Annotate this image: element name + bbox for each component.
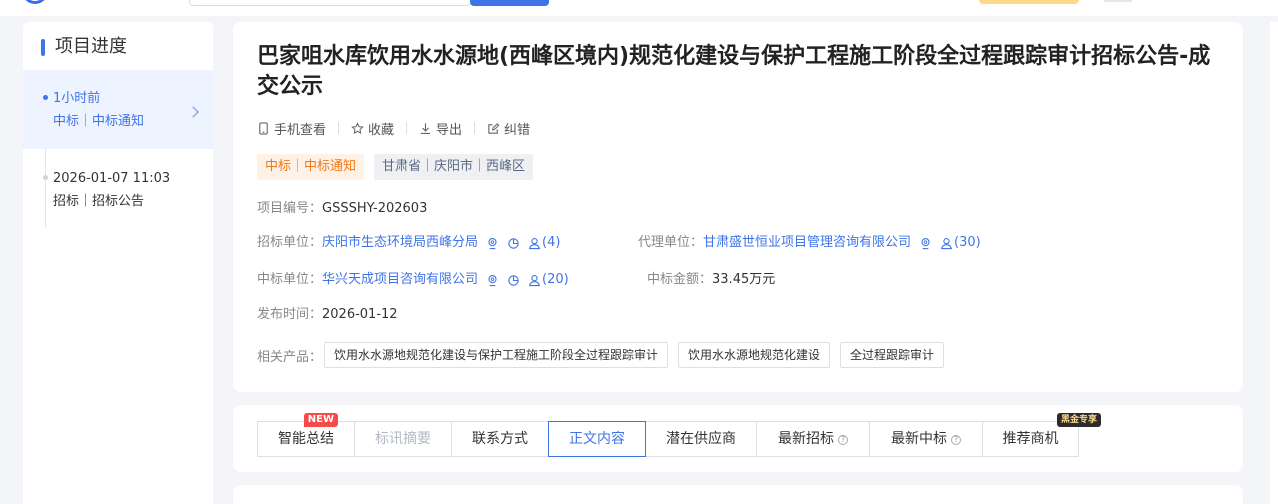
pie-chart-icon[interactable] [507,237,520,250]
amount-label: 中标金额： [647,272,713,287]
favorite-label: 收藏 [368,122,395,138]
project-progress-label: 项目进度 [55,36,127,57]
tab-label: 潜在供应商 [666,431,736,447]
correction-label: 纠错 [504,122,531,138]
timeline-type: 中标｜中标通知 [53,114,145,129]
contacts-icon[interactable] [940,237,953,250]
notice-tags: 中标｜中标通知 甘肃省｜庆阳市｜西峰区 [257,154,534,180]
timeline-dot [43,175,48,180]
timeline-time: 1小时前 [53,91,101,106]
site-logo[interactable] [22,0,48,4]
publish-time-label: 发布时间： [257,307,323,322]
top-header [0,0,1278,16]
contacts-icon[interactable] [528,237,541,250]
tab-label: 推荐商机 [1002,431,1059,447]
notice-actions: 手机查看 收藏 导出 纠错 [257,119,530,138]
vip-button[interactable] [979,0,1079,4]
edit-icon [488,122,500,134]
timeline-type: 招标｜招标公告 [53,194,145,209]
region-tag[interactable]: 甘肃省｜庆阳市｜西峰区 [374,154,534,180]
related-products: 相关产品： 饮用水水源地规范化建设与保护工程施工阶段全过程跟踪审计 饮用水水源地… [257,342,945,368]
detail-tabs: 智能总结 NEW 标讯摘要 联系方式 正文内容 潜在供应商 最新招标? 最新中标… [257,413,1101,457]
notice-type-tag[interactable]: 中标｜中标通知 [257,154,365,180]
pie-chart-icon[interactable] [507,274,520,287]
product-chip[interactable]: 全过程跟踪审计 [840,342,945,368]
tab-label: 最新中标 [891,431,947,447]
help-icon[interactable]: ? [838,435,848,445]
chevron-right-icon [187,106,199,118]
divider [338,122,340,134]
search-input[interactable] [189,0,471,6]
tab-main-content[interactable]: 正文内容 [548,421,646,457]
winner-row: 中标单位： 华兴天成项目咨询有限公司 (20) [257,271,569,289]
tenderer-contacts-count[interactable]: (4) [542,234,560,252]
mobile-view-label: 手机查看 [274,122,327,138]
timeline-item-tender[interactable]: 2026-01-07 11:03 招标｜招标公告 [23,149,213,228]
location-icon[interactable] [486,274,499,287]
vip-badge: 黑金专享 [1056,413,1101,427]
publish-time-row: 发布时间： 2026-01-12 [257,306,398,324]
agent-row: 代理单位： 甘肃盛世恒业项目管理咨询有限公司 (30) [638,234,981,252]
location-icon[interactable] [919,237,932,250]
project-number-row: 项目编号： GSSSHY-202603 [257,200,427,218]
winner-label: 中标单位： [257,272,323,287]
tab-potential-suppliers[interactable]: 潜在供应商 [645,421,757,457]
tab-label: 标讯摘要 [375,431,431,447]
winner-contacts-count[interactable]: (20) [542,271,569,289]
phone-icon [259,121,268,135]
tab-latest-awards[interactable]: 最新中标? [869,421,983,457]
help-icon[interactable]: ? [951,435,961,445]
amount-row: 中标金额： 33.45万元 [647,271,775,289]
title-accent-bar [41,39,45,56]
product-chip[interactable]: 饮用水水源地规范化建设 [678,342,831,368]
tab-recommended-opportunities[interactable]: 推荐商机 黑金专享 [982,413,1101,457]
project-progress-panel: 项目进度 1小时前 中标｜中标通知 2026-01-07 11:03 招标｜招标… [23,22,213,504]
right-panel-edge [1270,22,1278,504]
publish-time-value: 2026-01-12 [322,307,398,322]
notice-title: 巴家咀水库饮用水水源地(西峰区境内)规范化建设与保护工程施工阶段全过程跟踪审计招… [257,44,1211,99]
detail-tabs-card: 智能总结 NEW 标讯摘要 联系方式 正文内容 潜在供应商 最新招标? 最新中标… [233,405,1243,472]
new-badge: NEW [303,413,338,427]
tab-label: 联系方式 [472,431,528,447]
content-card [233,485,1243,504]
tab-bid-summary: 标讯摘要 [354,421,452,457]
project-number-value: GSSSHY-202603 [322,201,428,216]
winner-link[interactable]: 华兴天成项目咨询有限公司 [322,271,478,289]
timeline-time: 2026-01-07 11:03 [53,171,171,186]
tenderer-label: 招标单位： [257,235,323,250]
agent-contacts-count[interactable]: (30) [954,234,981,252]
tab-label: 最新招标 [778,431,834,447]
tab-contacts[interactable]: 联系方式 [451,421,549,457]
agent-label: 代理单位： [638,235,704,250]
notice-detail-card: 巴家咀水库饮用水水源地(西峰区境内)规范化建设与保护工程施工阶段全过程跟踪审计招… [233,22,1243,392]
tenderer-link[interactable]: 庆阳市生态环境局西峰分局 [322,234,478,252]
export-label: 导出 [436,122,463,138]
tab-label: 正文内容 [569,431,625,447]
amount-value: 33.45万元 [712,272,776,287]
export-button[interactable]: 导出 [419,119,462,138]
agent-link[interactable]: 甘肃盛世恒业项目管理咨询有限公司 [703,234,911,252]
tab-label: 智能总结 [278,431,334,447]
product-chip[interactable]: 饮用水水源地规范化建设与保护工程施工阶段全过程跟踪审计 [324,342,669,368]
timeline-item-award[interactable]: 1小时前 中标｜中标通知 [23,70,213,149]
correction-button[interactable]: 纠错 [487,119,530,138]
search-button[interactable] [470,0,549,6]
location-icon[interactable] [486,237,499,250]
related-products-label: 相关产品： [257,349,323,365]
download-icon [420,122,431,134]
divider [474,122,476,134]
timeline-dot [43,95,48,100]
divider [406,122,408,134]
favorite-button[interactable]: 收藏 [351,119,394,138]
star-icon [351,121,364,134]
user-menu[interactable] [1104,0,1132,2]
project-number-label: 项目编号： [257,201,323,216]
tab-smart-summary[interactable]: 智能总结 NEW [257,413,355,457]
tenderer-row: 招标单位： 庆阳市生态环境局西峰分局 (4) [257,234,560,252]
tab-latest-tenders[interactable]: 最新招标? [756,421,870,457]
project-progress-title: 项目进度 [41,35,127,59]
contacts-icon[interactable] [528,274,541,287]
mobile-view-button[interactable]: 手机查看 [257,119,326,138]
